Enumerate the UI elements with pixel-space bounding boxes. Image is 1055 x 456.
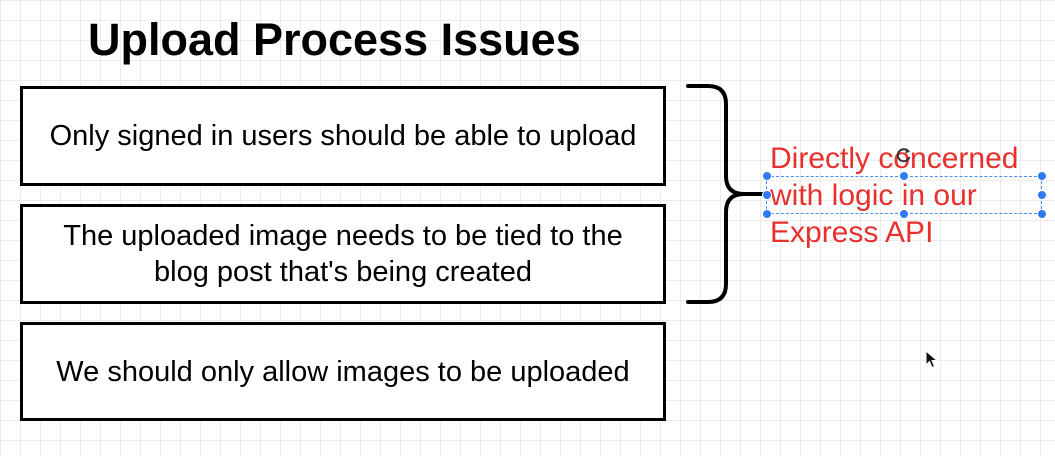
resize-handle-top-right[interactable] (1037, 171, 1047, 181)
resize-handle-top-left[interactable] (762, 171, 772, 181)
mouse-cursor-icon (925, 350, 939, 369)
issue-box-images-only[interactable]: We should only allow images to be upload… (20, 322, 666, 421)
annotation-line-3: Express API (770, 216, 934, 249)
issue-text: We should only allow images to be upload… (56, 355, 630, 388)
resize-handle-middle-left[interactable] (762, 190, 772, 200)
curly-brace[interactable] (684, 82, 764, 308)
diagram-title: Upload Process Issues (88, 14, 581, 65)
issue-text: The uploaded image needs to be tied to t… (63, 220, 623, 288)
issue-text: Only signed in users should be able to u… (49, 120, 637, 152)
resize-handle-middle-right[interactable] (1037, 190, 1047, 200)
issue-box-signed-in[interactable]: Only signed in users should be able to u… (20, 86, 666, 186)
issue-box-tied-to-post[interactable]: The uploaded image needs to be tied to t… (20, 204, 666, 304)
resize-handle-top-middle[interactable] (899, 171, 909, 181)
resize-handle-bottom-middle[interactable] (899, 209, 909, 219)
rotate-icon[interactable] (895, 146, 913, 164)
resize-handle-bottom-left[interactable] (762, 209, 772, 219)
resize-handle-bottom-right[interactable] (1037, 209, 1047, 219)
